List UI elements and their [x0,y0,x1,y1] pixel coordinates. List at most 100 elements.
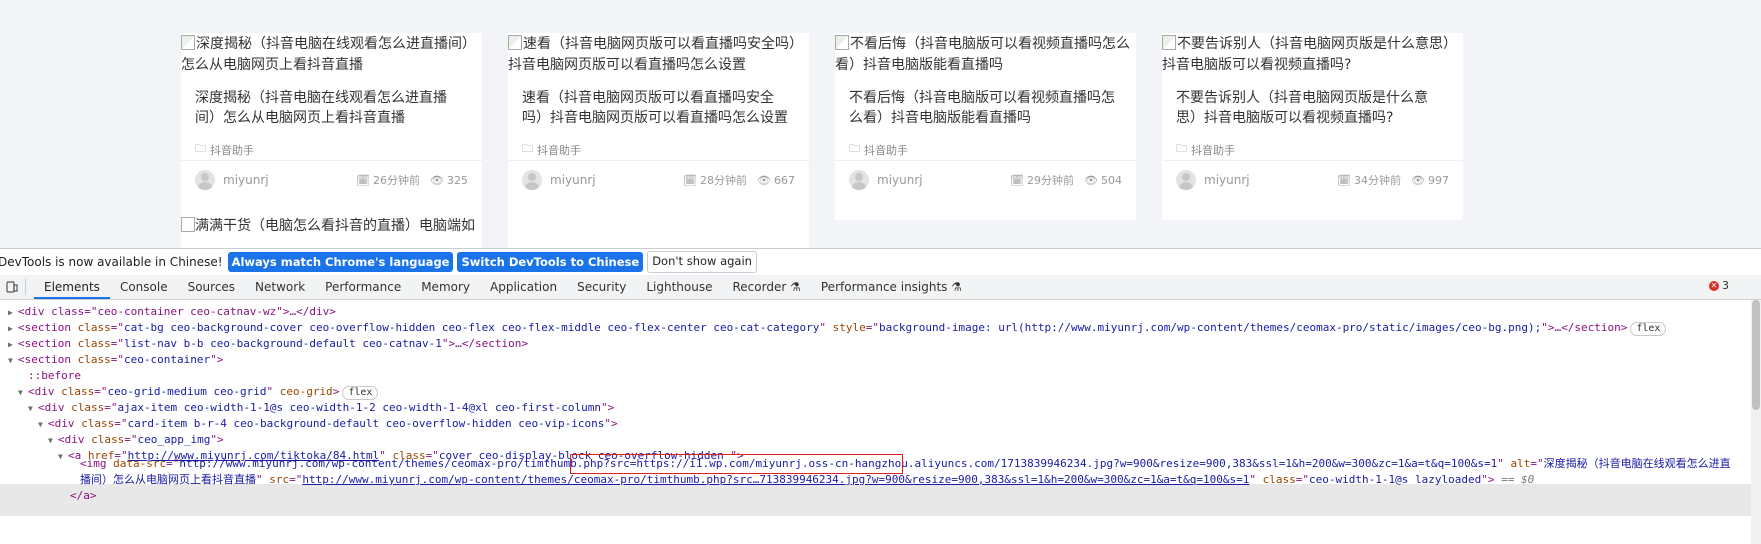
dom-node[interactable]: ▼ <div class="ajax-item ceo-width-1-1@s c… [28,400,614,416]
selected-node-highlight [0,484,1761,516]
dom-node-selected-cont[interactable]: 播间）怎么从电脑网页上看抖音直播" src="http://www.miyunr… [80,472,1534,488]
card-divider [508,160,809,161]
article-author[interactable]: miyunrj [522,170,596,190]
article-author[interactable]: miyunrj [1176,170,1250,190]
article-author[interactable]: miyunrj [849,170,923,190]
article-card[interactable]: 不看后悔（抖音电脑版可以看视频直播吗怎么看）抖音电脑版能看直播吗 不看后悔（抖音… [835,33,1136,220]
calendar-icon: 🗓 [356,173,371,187]
eye-icon: 👁 [430,173,444,187]
folder-icon: 🗀 [522,142,533,155]
error-icon: ✕ [1709,280,1719,291]
avatar [522,170,542,190]
calendar-icon: 🗓 [1337,173,1352,187]
device-toolbar-icon[interactable] [5,280,19,294]
collapse-arrow-icon[interactable]: ▼ [38,417,48,433]
calendar-icon: 🗓 [683,173,698,187]
flex-badge[interactable]: flex [1630,322,1667,336]
collapse-arrow-icon[interactable]: ▼ [28,401,38,417]
tab-elements[interactable]: Elements [34,275,110,299]
article-meta: 🗓 26分钟前 👁 325 [356,173,468,188]
elements-dom-tree: … ▶<div class="ceo-container ceo-catnav-… [0,300,1761,544]
dom-node[interactable]: ▶ <section class="cat-bg ceo-background-c… [8,320,1667,337]
card-divider [835,160,1136,161]
tab-lighthouse[interactable]: Lighthouse [636,275,722,299]
article-category[interactable]: 🗀 抖音助手 [522,140,581,159]
broken-image-icon [508,35,522,50]
tab-console[interactable]: Console [110,275,178,299]
tab-performance[interactable]: Performance [315,275,411,299]
broken-image-alt[interactable]: 不看后悔（抖音电脑版可以看视频直播吗怎么看）抖音电脑版能看直播吗 [835,34,1136,76]
collapse-arrow-icon[interactable]: ▼ [8,353,18,369]
card-divider [1162,160,1463,161]
switch-to-chinese-button[interactable]: Switch DevTools to Chinese [457,252,644,272]
dom-node[interactable]: ▶ <section class="list-nav b-b ceo-backgr… [8,336,528,352]
dom-node[interactable]: ▼ <div class="card-item b-r-4 ceo-backgro… [38,416,618,432]
article-card[interactable] [508,210,809,248]
broken-image-alt[interactable]: 速看（抖音电脑网页版可以看直播吗安全吗）抖音电脑网页版可以看直播吗怎么设置 [508,34,809,76]
article-card[interactable]: 不要告诉别人（抖音电脑网页版是什么意思）抖音电脑版可以看视频直播吗? 不要告诉别… [1162,33,1463,220]
article-category[interactable]: 🗀 抖音助手 [195,140,254,159]
expand-arrow-icon[interactable]: ▶ [8,305,18,321]
article-title[interactable]: 深度揭秘（抖音电脑在线观看怎么进直播间）怎么从电脑网页上看抖音直播 [195,88,465,128]
broken-image-icon [1162,35,1176,50]
article-card[interactable]: 速看（抖音电脑网页版可以看直播吗安全吗）抖音电脑网页版可以看直播吗怎么设置 速看… [508,33,809,220]
expand-arrow-icon[interactable]: ▶ [8,337,18,353]
flex-badge[interactable]: flex [342,386,379,400]
broken-image-icon [181,35,195,50]
avatar [195,170,215,190]
dom-link[interactable]: http://www.miyunrj.com/wp-content/themes… [302,473,1249,486]
web-page: 深度揭秘（抖音电脑在线观看怎么进直播间）怎么从电脑网页上看抖音直播 深度揭秘（抖… [0,0,1761,248]
dom-tree-scrollbar[interactable] [1751,300,1761,544]
dom-node[interactable]: ▶ <div class="ceo-container ceo-catnav-wz… [8,304,336,320]
tab-application[interactable]: Application [480,275,567,299]
devtools-tabbar: Elements Console Sources Network Perform… [0,275,1761,300]
avatar [1176,170,1196,190]
dom-node[interactable]: ▼ <div class="ceo_app_img"> [48,432,224,448]
article-card[interactable]: 满满干货（电脑怎么看抖音的直播）电脑端如 [181,210,482,248]
article-category[interactable]: 🗀 抖音助手 [1176,140,1235,159]
tab-performance-insights[interactable]: Performance insights ⚗ [811,275,972,299]
tab-memory[interactable]: Memory [411,275,480,299]
article-title[interactable]: 不要告诉别人（抖音电脑网页版是什么意思）抖音电脑版可以看视频直播吗? [1176,88,1446,128]
dom-node[interactable]: ▼ <div class="ceo-grid-medium ceo-grid" c… [18,384,379,401]
article-card[interactable]: 深度揭秘（抖音电脑在线观看怎么进直播间）怎么从电脑网页上看抖音直播 深度揭秘（抖… [181,33,482,220]
tab-recorder[interactable]: Recorder ⚗ [723,275,811,299]
always-match-language-button[interactable]: Always match Chrome's language [227,252,454,272]
broken-image-alt[interactable]: 满满干货（电脑怎么看抖音的直播）电脑端如 [181,215,475,235]
tab-network[interactable]: Network [245,275,315,299]
avatar [849,170,869,190]
flask-icon: ⚗ [790,280,801,294]
language-infobar: DevTools is now available in Chinese! Al… [0,248,1761,276]
eye-icon: 👁 [1411,173,1425,187]
folder-icon: 🗀 [849,142,860,155]
expand-arrow-icon[interactable]: ▶ [8,321,18,337]
article-category[interactable]: 🗀 抖音助手 [849,140,908,159]
dom-node[interactable]: ▼ <section class="ceo-container"> [8,352,223,368]
dont-show-again-button[interactable]: Don't show again [647,251,757,273]
collapse-arrow-icon[interactable]: ▼ [18,385,28,401]
collapse-arrow-icon[interactable]: ▼ [48,433,58,449]
article-author[interactable]: miyunrj [195,170,269,190]
eye-icon: 👁 [757,173,771,187]
tab-sources[interactable]: Sources [178,275,245,299]
dom-node-selected[interactable]: <img data-src="http://www.miyunrj.com/wp… [80,456,1731,472]
devtools-panel: DevTools is now available in Chinese! Al… [0,248,1761,544]
folder-icon: 🗀 [195,142,206,155]
eye-icon: 👁 [1084,173,1098,187]
broken-image-icon [835,35,849,50]
error-counter[interactable]: ✕ 3 [1709,279,1729,292]
infobar-message: DevTools is now available in Chinese! [0,255,223,269]
dom-pseudo[interactable]: ::before [28,368,81,384]
scrollbar-thumb[interactable] [1752,300,1760,410]
broken-image-alt[interactable]: 不要告诉别人（抖音电脑网页版是什么意思）抖音电脑版可以看视频直播吗? [1162,34,1463,76]
toolbar-divider [25,279,26,295]
collapse-arrow-icon[interactable]: ▼ [58,449,68,465]
broken-image-alt[interactable]: 深度揭秘（抖音电脑在线观看怎么进直播间）怎么从电脑网页上看抖音直播 [181,34,482,76]
dom-node-close[interactable]: </a> [70,488,97,504]
tab-security[interactable]: Security [567,275,636,299]
card-divider [181,160,482,161]
article-meta: 🗓 29分钟前 👁 504 [1010,173,1122,188]
article-meta: 🗓 34分钟前 👁 997 [1337,173,1449,188]
article-title[interactable]: 速看（抖音电脑网页版可以看直播吗安全吗）抖音电脑网页版可以看直播吗怎么设置 [522,88,792,128]
article-title[interactable]: 不看后悔（抖音电脑版可以看视频直播吗怎么看）抖音电脑版能看直播吗 [849,88,1119,128]
